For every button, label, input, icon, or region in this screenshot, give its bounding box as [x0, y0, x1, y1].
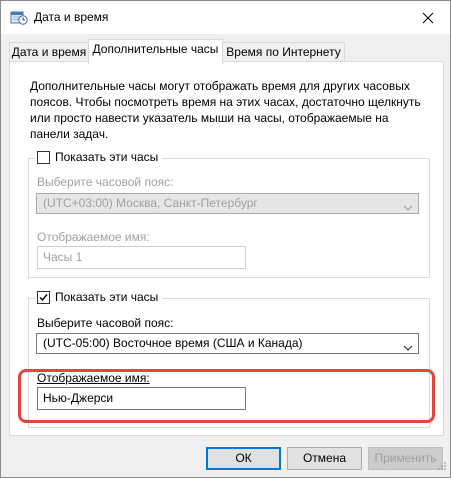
window-title: Дата и время — [34, 10, 109, 24]
chevron-down-icon — [403, 199, 413, 218]
clock2-timezone-select[interactable]: (UTC-05:00) Восточное время (США и Канад… — [36, 333, 419, 354]
tab-date-time[interactable]: Дата и время — [9, 42, 89, 62]
dialog-window: Дата и время Дата и время Дополнительные… — [0, 0, 451, 478]
ok-button[interactable]: ОК — [206, 447, 281, 470]
tab-internet-time[interactable]: Время по Интернету — [222, 42, 345, 62]
apply-button[interactable]: Применить — [368, 447, 443, 470]
tab-additional-clocks[interactable]: Дополнительные часы — [88, 39, 223, 64]
description-text: Дополнительные часы могут отображать вре… — [30, 79, 421, 141]
resize-grip-icon[interactable] — [437, 460, 447, 474]
clock1-display-name-label: Отображаемое имя: — [37, 230, 150, 244]
clock1-timezone-label: Выберите часовой пояс: — [37, 175, 174, 189]
clock2-timezone-label: Выберите часовой пояс: — [37, 316, 174, 330]
clock1-show-label: Показать эти часы — [55, 150, 159, 164]
cancel-button[interactable]: Отмена — [287, 447, 362, 470]
checkmark-icon — [39, 293, 48, 301]
clock1-timezone-select[interactable]: (UTC+03:00) Москва, Санкт-Петербург — [36, 193, 419, 214]
close-icon — [422, 12, 434, 23]
chevron-down-icon — [403, 339, 413, 358]
clock1-timezone-value: (UTC+03:00) Москва, Санкт-Петербург — [43, 196, 258, 210]
clock2-checkbox[interactable] — [37, 290, 50, 304]
clock1-show-toggle[interactable]: Показать эти часы — [35, 150, 163, 164]
clock2-show-label: Показать эти часы — [55, 290, 159, 304]
close-button[interactable] — [406, 1, 450, 34]
highlight-annotation — [18, 369, 435, 423]
calendar-clock-icon — [10, 9, 28, 25]
clock2-timezone-value: (UTC-05:00) Восточное время (США и Канад… — [43, 336, 303, 350]
clock1-display-name-input[interactable]: Часы 1 — [37, 246, 246, 269]
clock1-checkbox[interactable] — [37, 150, 50, 164]
title-bar: Дата и время — [1, 1, 450, 34]
clock2-show-toggle[interactable]: Показать эти часы — [35, 290, 163, 304]
